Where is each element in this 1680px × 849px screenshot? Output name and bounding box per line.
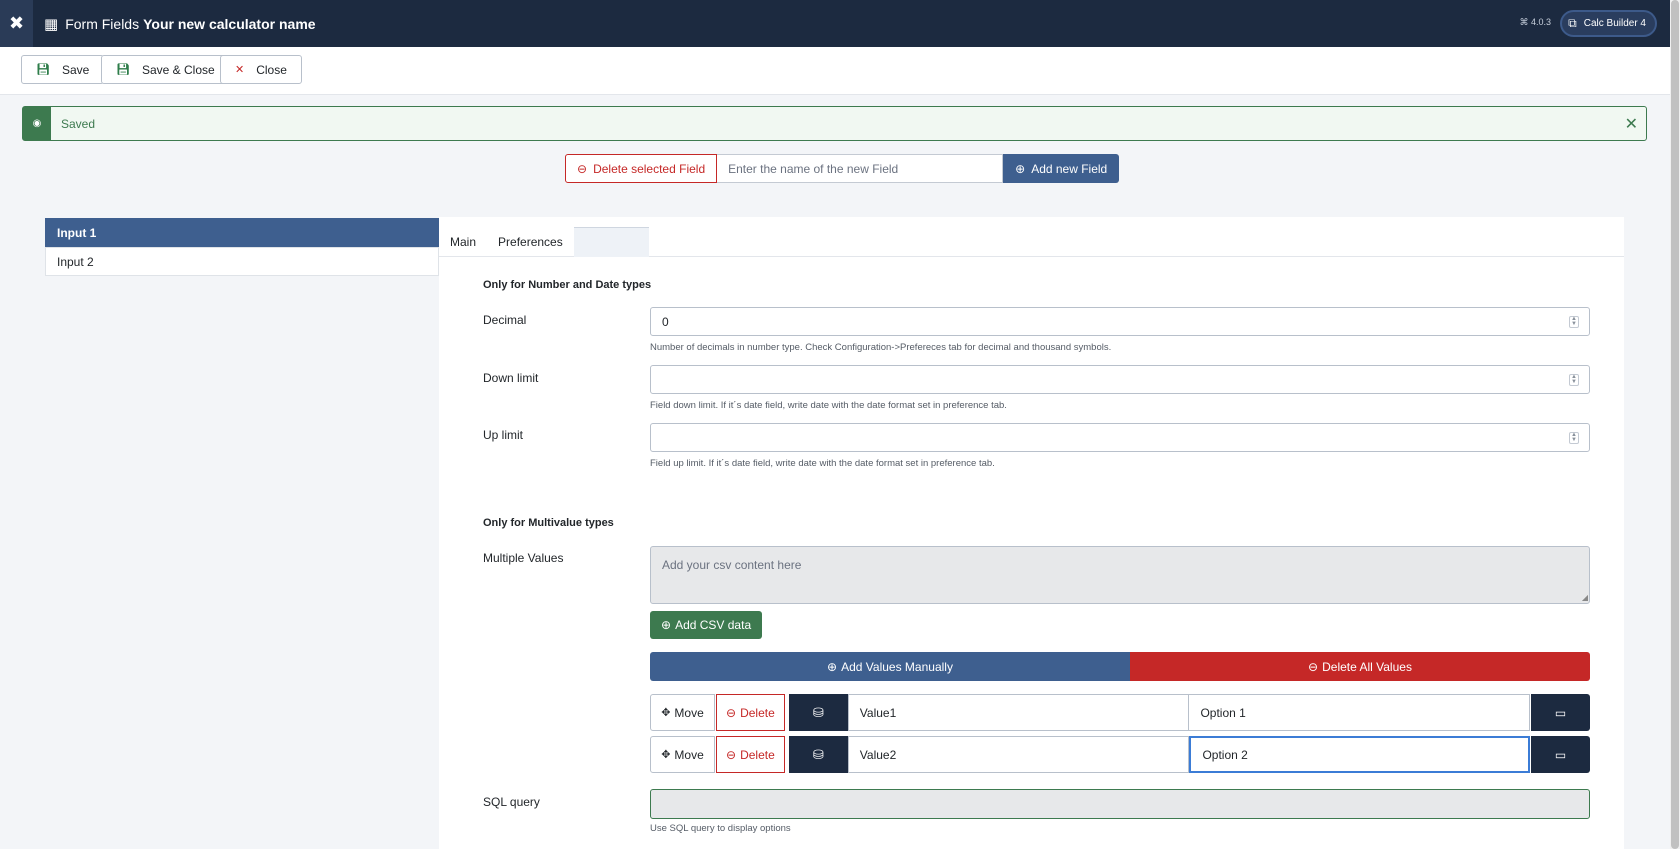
delete-value-label: Delete [740, 705, 775, 720]
minus-circle-icon: ⊖ [577, 161, 588, 176]
desktop-icon[interactable]: ▭ [1531, 694, 1591, 731]
option-input[interactable]: Option 1 [1189, 694, 1531, 731]
add-values-manually-button[interactable]: ⊕ Add Values Manually [650, 652, 1130, 681]
number-spinner-icon[interactable]: ▲ ▼ [1569, 432, 1579, 444]
resize-grip-icon[interactable]: ◢ [1582, 593, 1588, 602]
calc-builder-link[interactable]: ⧉ Calc Builder 4 [1560, 10, 1657, 37]
plus-circle-icon: ⊕ [827, 659, 838, 674]
field-settings-panel: Main Preferences Advanced Only for Numbe… [439, 217, 1624, 849]
move-label: Move [674, 747, 704, 762]
alert-close-icon[interactable]: ✕ [1625, 114, 1638, 134]
tab-preferences[interactable]: Preferences [487, 227, 574, 257]
value-row: ✥ Move ⊖ Delete ⛁ Value1 Option 1 ▭ [650, 694, 1591, 731]
page-title-prefix: Form Fields [65, 15, 140, 32]
move-label: Move [674, 705, 704, 720]
scrollbar-thumb[interactable] [1671, 0, 1679, 849]
floppy-disk-icon: 💾︎ [36, 64, 50, 76]
move-arrows-icon: ✥ [661, 707, 671, 719]
add-new-field-label: Add new Field [1031, 161, 1108, 176]
decimal-input[interactable]: 0 ▲ ▼ [650, 307, 1590, 336]
value-row: ✥ Move ⊖ Delete ⛁ Value2 Option 2 ▭ [650, 736, 1591, 773]
close-button-label: Close [256, 62, 287, 77]
new-field-name-input[interactable]: Enter the name of the new Field [717, 154, 1004, 183]
csv-content-textarea[interactable]: Add your csv content here ◢ [650, 546, 1590, 604]
decimal-label: Decimal [483, 313, 527, 327]
save-button[interactable]: 💾︎ Save [21, 55, 105, 84]
page-title-calculator-name: Your new calculator name [143, 15, 316, 32]
move-button[interactable]: ✥ Move [650, 736, 715, 773]
add-csv-data-button[interactable]: ⊕ Add CSV data [650, 611, 763, 639]
top-navbar: ✖ ▦ Form Fields Your new calculator name… [0, 0, 1670, 47]
database-icon[interactable]: ⛁ [788, 694, 848, 731]
option-input[interactable]: Option 2 [1189, 736, 1531, 773]
multiple-values-label: Multiple Values [483, 551, 564, 565]
minus-circle-icon: ⊖ [1308, 659, 1319, 674]
move-button[interactable]: ✥ Move [650, 694, 715, 731]
plus-circle-icon: ⊕ [661, 618, 672, 632]
sql-query-input[interactable] [650, 789, 1590, 819]
down-limit-input[interactable]: ▲ ▼ [650, 365, 1590, 394]
add-new-field-button[interactable]: ⊕ Add new Field [1003, 154, 1120, 183]
up-limit-label: Up limit [483, 428, 524, 442]
close-button[interactable]: ✕ Close [220, 55, 302, 84]
up-limit-input[interactable]: ▲ ▼ [650, 423, 1590, 452]
save-close-button-label: Save & Close [141, 62, 215, 77]
down-limit-label: Down limit [483, 371, 539, 385]
number-spinner-icon[interactable]: ▲ ▼ [1569, 316, 1579, 328]
delete-selected-field-label: Delete selected Field [593, 161, 706, 176]
decimal-value: 0 [662, 314, 669, 329]
joomla-logo-icon[interactable]: ✖ [0, 0, 33, 47]
delete-value-label: Delete [740, 747, 775, 762]
decimal-hint: Number of decimals in number type. Check… [650, 342, 1112, 353]
add-values-manually-label: Add Values Manually [841, 659, 953, 674]
tab-main[interactable]: Main [439, 227, 487, 257]
save-close-button[interactable]: 💾︎ Save & Close [101, 55, 230, 84]
delete-all-values-label: Delete All Values [1322, 659, 1412, 674]
number-spinner-icon[interactable]: ▲ ▼ [1569, 374, 1579, 386]
desktop-icon[interactable]: ▭ [1531, 736, 1591, 773]
move-arrows-icon: ✥ [661, 749, 671, 761]
multivalue-section-title: Only for Multivalue types [483, 517, 614, 529]
minus-circle-icon: ⊖ [726, 705, 737, 720]
value-input[interactable]: Value2 [847, 736, 1190, 773]
toolbar: 💾︎ Save 💾︎ Save & Close ✕ Close [0, 47, 1670, 95]
floppy-disk-icon: 💾︎ [116, 64, 130, 76]
save-button-label: Save [61, 62, 90, 77]
minus-circle-icon: ⊖ [726, 747, 737, 762]
page-title: ▦ Form Fields Your new calculator name [44, 15, 316, 33]
sql-query-label: SQL query [483, 795, 540, 809]
delete-value-button[interactable]: ⊖ Delete [715, 736, 785, 773]
csv-placeholder: Add your csv content here [662, 558, 802, 572]
check-circle-icon: ◉ [23, 107, 51, 140]
field-list: Input 1 Input 2 [45, 218, 439, 276]
delete-value-button[interactable]: ⊖ Delete [715, 694, 785, 731]
close-x-icon: ✕ [235, 64, 245, 76]
database-icon[interactable]: ⛁ [788, 736, 848, 773]
sql-query-hint: Use SQL query to display options [650, 823, 791, 834]
field-actions: ⊖ Delete selected Field Enter the name o… [565, 154, 1120, 183]
number-section-title: Only for Number and Date types [483, 279, 652, 291]
delete-all-values-button[interactable]: ⊖ Delete All Values [1130, 652, 1590, 681]
settings-tabs: Main Preferences Advanced [439, 227, 1624, 257]
tab-advanced[interactable]: Advanced [573, 227, 650, 257]
calc-builder-label: Calc Builder 4 [1583, 18, 1646, 29]
up-limit-hint: Field up limit. If it´s date field, writ… [650, 458, 995, 469]
field-list-item[interactable]: Input 2 [45, 247, 439, 276]
external-link-icon: ⧉ [1568, 16, 1577, 30]
values-action-bar: ⊕ Add Values Manually ⊖ Delete All Value… [650, 652, 1590, 681]
delete-selected-field-button[interactable]: ⊖ Delete selected Field [565, 154, 718, 183]
version-label: ⌘ 4.0.3 [1519, 17, 1551, 27]
grid-icon: ▦ [44, 15, 59, 33]
plus-circle-icon: ⊕ [1015, 161, 1026, 176]
value-input[interactable]: Value1 [847, 694, 1190, 731]
saved-alert: ◉ Saved ✕ [22, 106, 1647, 141]
down-limit-hint: Field down limit. If it´s date field, wr… [650, 400, 1007, 411]
add-csv-data-label: Add CSV data [675, 618, 752, 632]
field-list-item[interactable]: Input 1 [45, 218, 439, 247]
alert-message: Saved [61, 116, 96, 131]
